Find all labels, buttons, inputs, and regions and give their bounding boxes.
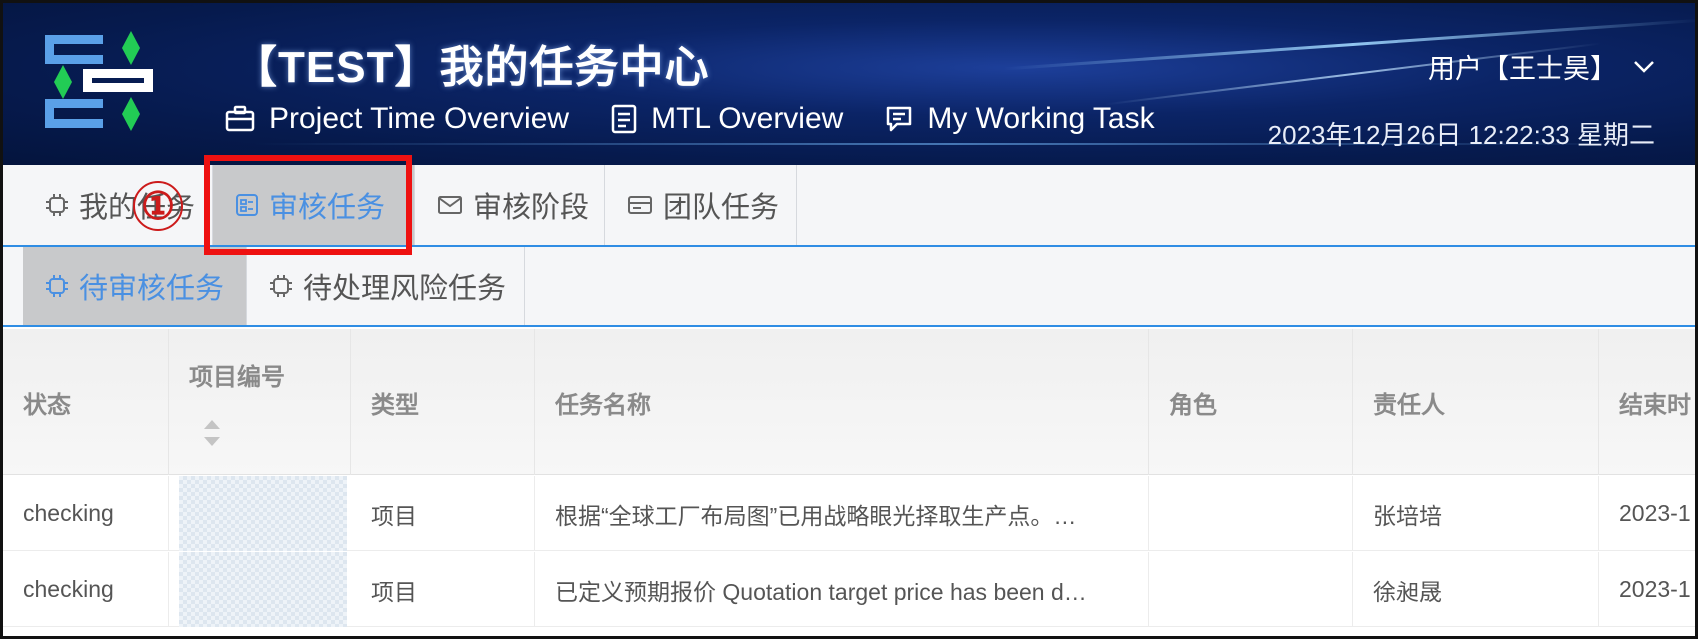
chat-icon	[887, 106, 912, 132]
tab-label: 审核阶段	[473, 192, 590, 224]
mail-icon	[438, 196, 462, 214]
user-name: 用户【王士昊】	[1428, 54, 1617, 84]
app-title: 【TEST】我的任务中心	[233, 43, 710, 92]
tab-team-tasks[interactable]: 团队任务	[605, 165, 797, 245]
tab-pending-review[interactable]: 待审核任务	[23, 247, 247, 325]
cell-role	[1149, 476, 1353, 551]
tab-label: 团队任务	[663, 192, 780, 224]
secondary-tabs: 待审核任务 待处理风险任务	[3, 247, 1695, 327]
cell-owner: 徐昶晟	[1353, 552, 1599, 627]
table-header: 状态 项目编号 类型 任务名称 角色 责任人 结束时	[3, 329, 1695, 475]
cell-type: 项目	[351, 476, 535, 551]
cell-type: 项目	[351, 552, 535, 627]
table-row[interactable]: checking 项目 根据“全球工厂布局图”已用战略眼光择取生产点。… 张培培…	[3, 476, 1695, 551]
tab-audit-stage[interactable]: 审核阶段	[415, 165, 605, 245]
current-datetime: 2023年12月26日 12:22:33 星期二	[1267, 120, 1655, 150]
chevron-down-icon	[1634, 60, 1654, 73]
cell-role	[1149, 552, 1353, 627]
cell-project-no-redacted	[179, 476, 347, 551]
briefcase-icon	[225, 105, 255, 132]
cell-end-time: 2023-1	[1619, 576, 1691, 602]
nav-mtl-overview[interactable]: MTL Overview	[611, 102, 843, 136]
chip-icon	[270, 275, 292, 297]
cell-status: checking	[3, 552, 169, 627]
app-window: 【TEST】我的任务中心 Project Time Overview MTL O…	[0, 0, 1698, 639]
nav-my-working-task[interactable]: My Working Task	[885, 102, 1155, 136]
task-name-text: 已定义预期报价 Quotation target price has been …	[555, 578, 1087, 605]
cell-project-no-redacted	[179, 552, 347, 627]
tab-label: 待处理风险任务	[303, 273, 507, 305]
annotation-highlight-box	[204, 155, 412, 255]
cell-task-name: 根据“全球工厂布局图”已用战略眼光择取生产点。…	[535, 476, 1149, 551]
tab-label: 待审核任务	[79, 273, 225, 305]
column-header-owner: 责任人	[1353, 329, 1599, 475]
annotation-marker: ①	[133, 181, 183, 231]
column-header-role: 角色	[1149, 329, 1353, 475]
cell-status: checking	[3, 476, 169, 551]
card-icon	[628, 196, 652, 214]
cell-owner: 张培培	[1353, 476, 1599, 551]
chip-icon	[46, 275, 68, 297]
column-header-project-no[interactable]: 项目编号	[169, 329, 351, 475]
column-header-status: 状态	[3, 329, 169, 475]
nav-label: MTL Overview	[651, 102, 844, 135]
nav-label: Project Time Overview	[269, 102, 570, 135]
table-row[interactable]: checking 项目 已定义预期报价 Quotation target pri…	[3, 552, 1695, 627]
header-nav: Project Time Overview MTL Overview My Wo…	[225, 99, 1197, 139]
chip-icon	[46, 194, 68, 216]
cell-task-name: 已定义预期报价 Quotation target price has been …	[535, 552, 1149, 627]
user-menu[interactable]: 用户【王士昊】	[1428, 47, 1655, 86]
column-header-task-name: 任务名称	[535, 329, 1149, 475]
nav-label: My Working Task	[927, 102, 1155, 135]
column-header-label: 项目编号	[189, 363, 285, 391]
nav-project-time-overview[interactable]: Project Time Overview	[225, 102, 569, 136]
column-header-type: 类型	[351, 329, 535, 475]
tab-pending-risk[interactable]: 待处理风险任务	[247, 247, 525, 325]
column-header-end-time: 结束时	[1619, 391, 1691, 419]
task-table: 状态 项目编号 类型 任务名称 角色 责任人 结束时 checking 项目 根…	[3, 329, 1695, 636]
logo-icon	[43, 31, 163, 141]
cell-end-time: 2023-1	[1619, 500, 1691, 526]
task-name-text: 根据“全球工厂布局图”已用战略眼光择取生产点。…	[555, 502, 1077, 529]
top-header: 【TEST】我的任务中心 Project Time Overview MTL O…	[3, 3, 1695, 165]
sort-icon[interactable]	[203, 418, 221, 448]
document-icon	[611, 104, 637, 134]
tab-my-tasks[interactable]: 我的任务	[23, 165, 213, 245]
